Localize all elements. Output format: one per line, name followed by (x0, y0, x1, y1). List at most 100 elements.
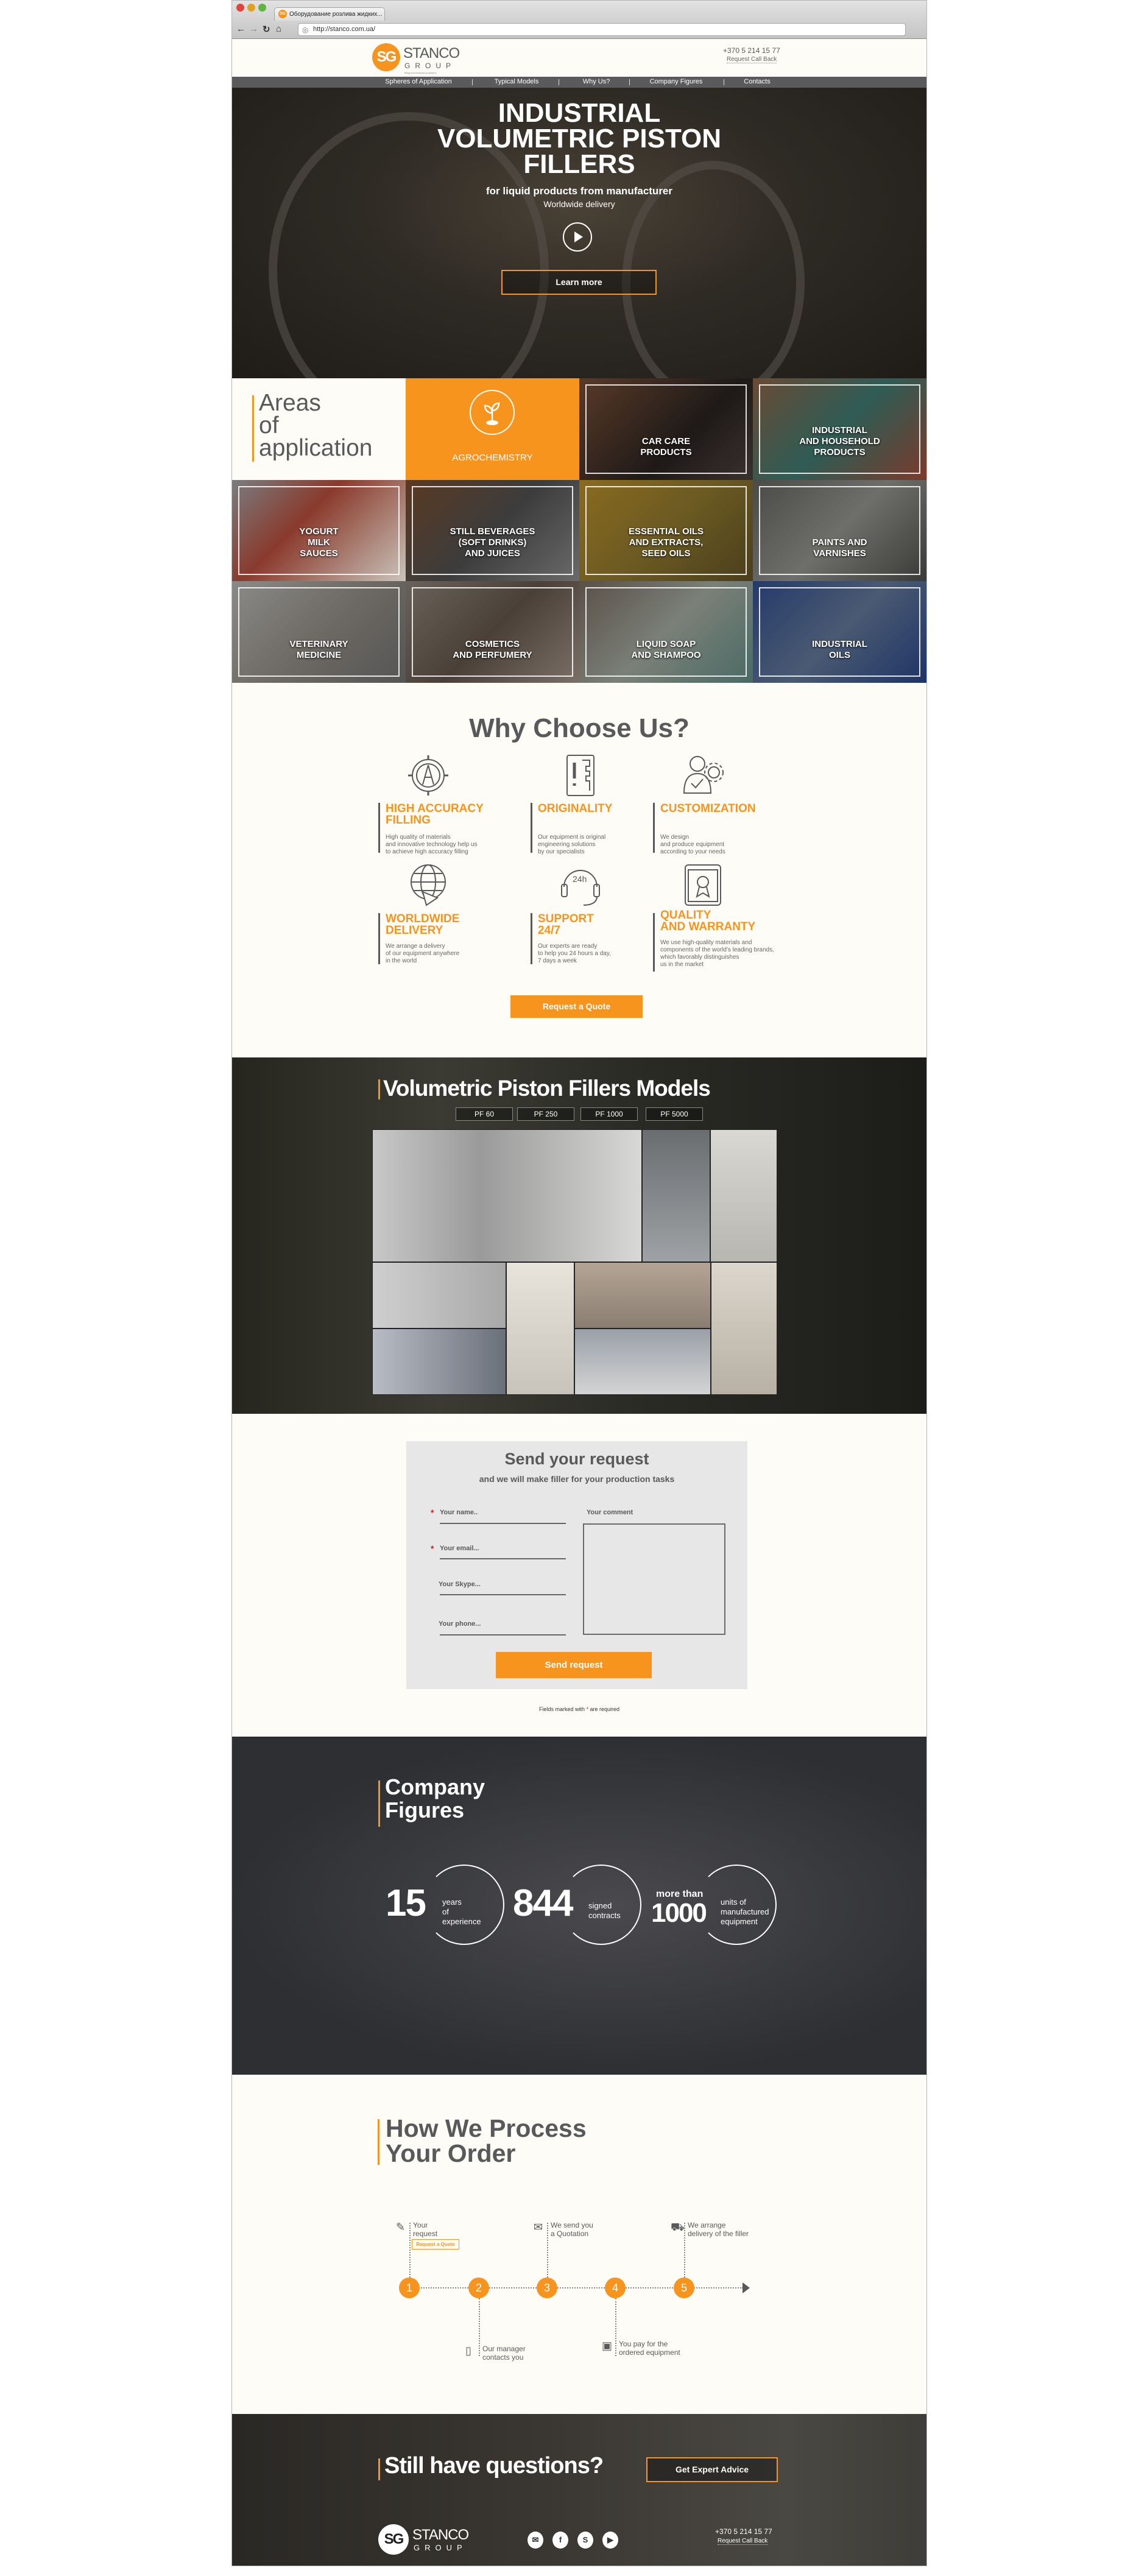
nav-typical-models[interactable]: Typical Models (495, 78, 539, 85)
step-number: 3 (537, 2278, 557, 2298)
address-bar[interactable]: ◎ http://stanco.com.ua/ (298, 23, 906, 36)
gallery-photo[interactable] (506, 1262, 574, 1395)
tab-pf-5000[interactable]: PF 5000 (646, 1107, 703, 1121)
area-tile-label: AGROCHEMISTRY (452, 453, 533, 463)
area-tile[interactable]: INDUSTRIAL OILS (753, 581, 926, 683)
maximize-window-button[interactable] (258, 4, 266, 12)
tab-pf-250[interactable]: PF 250 (517, 1107, 574, 1121)
nav-spheres-of-application[interactable]: Spheres of Application (385, 78, 451, 85)
step-request-quote-button[interactable]: Request a Quote (412, 2239, 459, 2250)
gallery-photo[interactable] (372, 1262, 506, 1329)
gallery-photo[interactable] (574, 1262, 711, 1329)
get-expert-advice-button[interactable]: Get Expert Advice (646, 2457, 778, 2482)
stat-units-value: 1000 (651, 1898, 707, 1928)
tab-pf-1000[interactable]: PF 1000 (580, 1107, 638, 1121)
close-window-button[interactable] (236, 4, 244, 12)
why-item-title: QUALITY AND WARRANTY (660, 909, 756, 933)
area-tile[interactable]: YOGURT MILK SAUCES (232, 479, 406, 582)
phone-input-underline (440, 1634, 566, 1636)
browser-tab[interactable]: SG Оборудование розлива жидких... (274, 7, 385, 21)
back-icon[interactable]: ← (236, 24, 245, 34)
hero-delivery: Worldwide delivery (543, 199, 615, 209)
area-tile-label: PAINTS AND VARNISHES (812, 537, 867, 559)
area-tile-label: YOGURT MILK SAUCES (299, 526, 339, 559)
site-logo[interactable]: SG STANCO GROUP filling and measuring sy… (372, 43, 460, 74)
nav-why-us[interactable]: Why Us? (583, 78, 610, 85)
gallery-photo[interactable] (574, 1329, 711, 1395)
area-tile-label: INDUSTRIAL OILS (812, 639, 867, 660)
send-request-button[interactable]: Send request (496, 1652, 652, 1678)
nav-divider (472, 79, 473, 85)
footer-request-call-back-link[interactable]: Request Call Back (718, 2538, 768, 2545)
social-links: ✉ f S ▶ (527, 2532, 618, 2549)
phone-contact-icon: ▯ (465, 2345, 471, 2357)
reload-icon[interactable]: ↻ (263, 24, 270, 35)
why-choose-us-section: Why Choose Us? Request a Quote HIGH ACCU… (232, 683, 926, 1057)
youtube-icon[interactable]: ▶ (602, 2532, 618, 2549)
area-tile-frame: ESSENTIAL OILS AND EXTRACTS, SEED OILS (585, 485, 747, 576)
logo-group: GROUP (414, 2543, 467, 2552)
footer-logo[interactable]: SG STANCO GROUP (378, 2524, 476, 2556)
comment-textarea[interactable] (583, 1523, 725, 1635)
gallery-photo[interactable] (642, 1129, 710, 1262)
area-tile[interactable]: AGROCHEMISTRY (406, 378, 579, 480)
envelope-icon: ✉ (534, 2221, 543, 2233)
phone-input[interactable]: Your phone... (439, 1620, 566, 1634)
step-number: 1 (399, 2278, 420, 2298)
figures-title: Company Figures (385, 1774, 485, 1823)
browser-chrome: SG Оборудование розлива жидких... ← → ↻ … (232, 1, 926, 39)
stat-years-label: years of experience (442, 1897, 481, 1926)
area-tile[interactable]: COSMETICS AND PERFUMERY (406, 581, 579, 683)
url-text: http://stanco.com.ua/ (313, 26, 376, 33)
footer-phone[interactable]: +370 5 214 15 77 (715, 2527, 772, 2536)
area-tile[interactable]: LIQUID SOAP AND SHAMPOO (579, 581, 753, 683)
required-note-text: are required (588, 1706, 620, 1712)
timeline-arrow-icon (743, 2282, 750, 2293)
skype-icon[interactable]: S (577, 2532, 593, 2549)
area-tile[interactable]: VETERINARY MEDICINE (232, 581, 406, 683)
area-tile[interactable]: STILL BEVERAGES (SOFT DRINKS) AND JUICES (406, 479, 579, 582)
request-form-section: Send your request and we will make fille… (232, 1414, 926, 1737)
areas-of-application: Areas of application AGROCHEMISTRY CAR CA… (232, 378, 926, 683)
logo-mark: SG (372, 43, 400, 71)
gallery-photo[interactable] (711, 1262, 777, 1395)
accent-bar (378, 1780, 380, 1827)
play-video-button[interactable] (563, 222, 592, 252)
area-tile[interactable]: INDUSTRIAL AND HOUSEHOLD PRODUCTS (753, 378, 926, 480)
why-item-text: We use high-quality materials and compon… (660, 939, 775, 968)
request-call-back-link[interactable]: Request Call Back (727, 56, 777, 63)
skype-input[interactable]: Your Skype... (439, 1581, 566, 1594)
nav-company-figures[interactable]: Company Figures (650, 78, 703, 85)
gallery-photo[interactable] (710, 1129, 777, 1262)
pencil-icon: ✎ (396, 2221, 406, 2233)
area-tile-label: VETERINARY MEDICINE (289, 639, 348, 660)
learn-more-button[interactable]: Learn more (501, 270, 657, 295)
gallery-photo[interactable] (372, 1329, 506, 1395)
accent-bar (252, 395, 254, 462)
area-tile-label: COSMETICS AND PERFUMERY (453, 639, 532, 660)
step-connector (615, 2298, 616, 2356)
logo-mark: SG (378, 2524, 409, 2555)
nav-contacts[interactable]: Contacts (744, 78, 770, 85)
email-input[interactable]: Your email... (440, 1545, 566, 1558)
step-text: We send you a Quotation (551, 2221, 593, 2238)
area-tile-frame: INDUSTRIAL OILS (759, 587, 920, 677)
skype-input-underline (440, 1594, 566, 1595)
minimize-window-button[interactable] (247, 4, 255, 12)
forward-icon[interactable]: → (249, 24, 258, 34)
facebook-icon[interactable]: f (552, 2532, 568, 2549)
gallery-photo[interactable] (372, 1129, 642, 1262)
main-nav: Spheres of Application Typical Models Wh… (232, 77, 926, 88)
area-tile[interactable]: CAR CARE PRODUCTS (579, 378, 753, 480)
header-phone[interactable]: +370 5 214 15 77 (723, 46, 780, 55)
home-icon[interactable]: ⌂ (276, 24, 281, 34)
name-input[interactable]: Your name.. (440, 1509, 566, 1523)
area-tile[interactable]: PAINTS AND VARNISHES (753, 479, 926, 582)
area-tile-frame: CAR CARE PRODUCTS (585, 384, 747, 474)
why-divider (378, 913, 380, 964)
areas-title-tile: Areas of application (232, 378, 406, 480)
mail-icon[interactable]: ✉ (527, 2532, 543, 2549)
why-divider (653, 913, 655, 972)
area-tile[interactable]: ESSENTIAL OILS AND EXTRACTS, SEED OILS (579, 479, 753, 582)
tab-pf-60[interactable]: PF 60 (456, 1107, 513, 1121)
